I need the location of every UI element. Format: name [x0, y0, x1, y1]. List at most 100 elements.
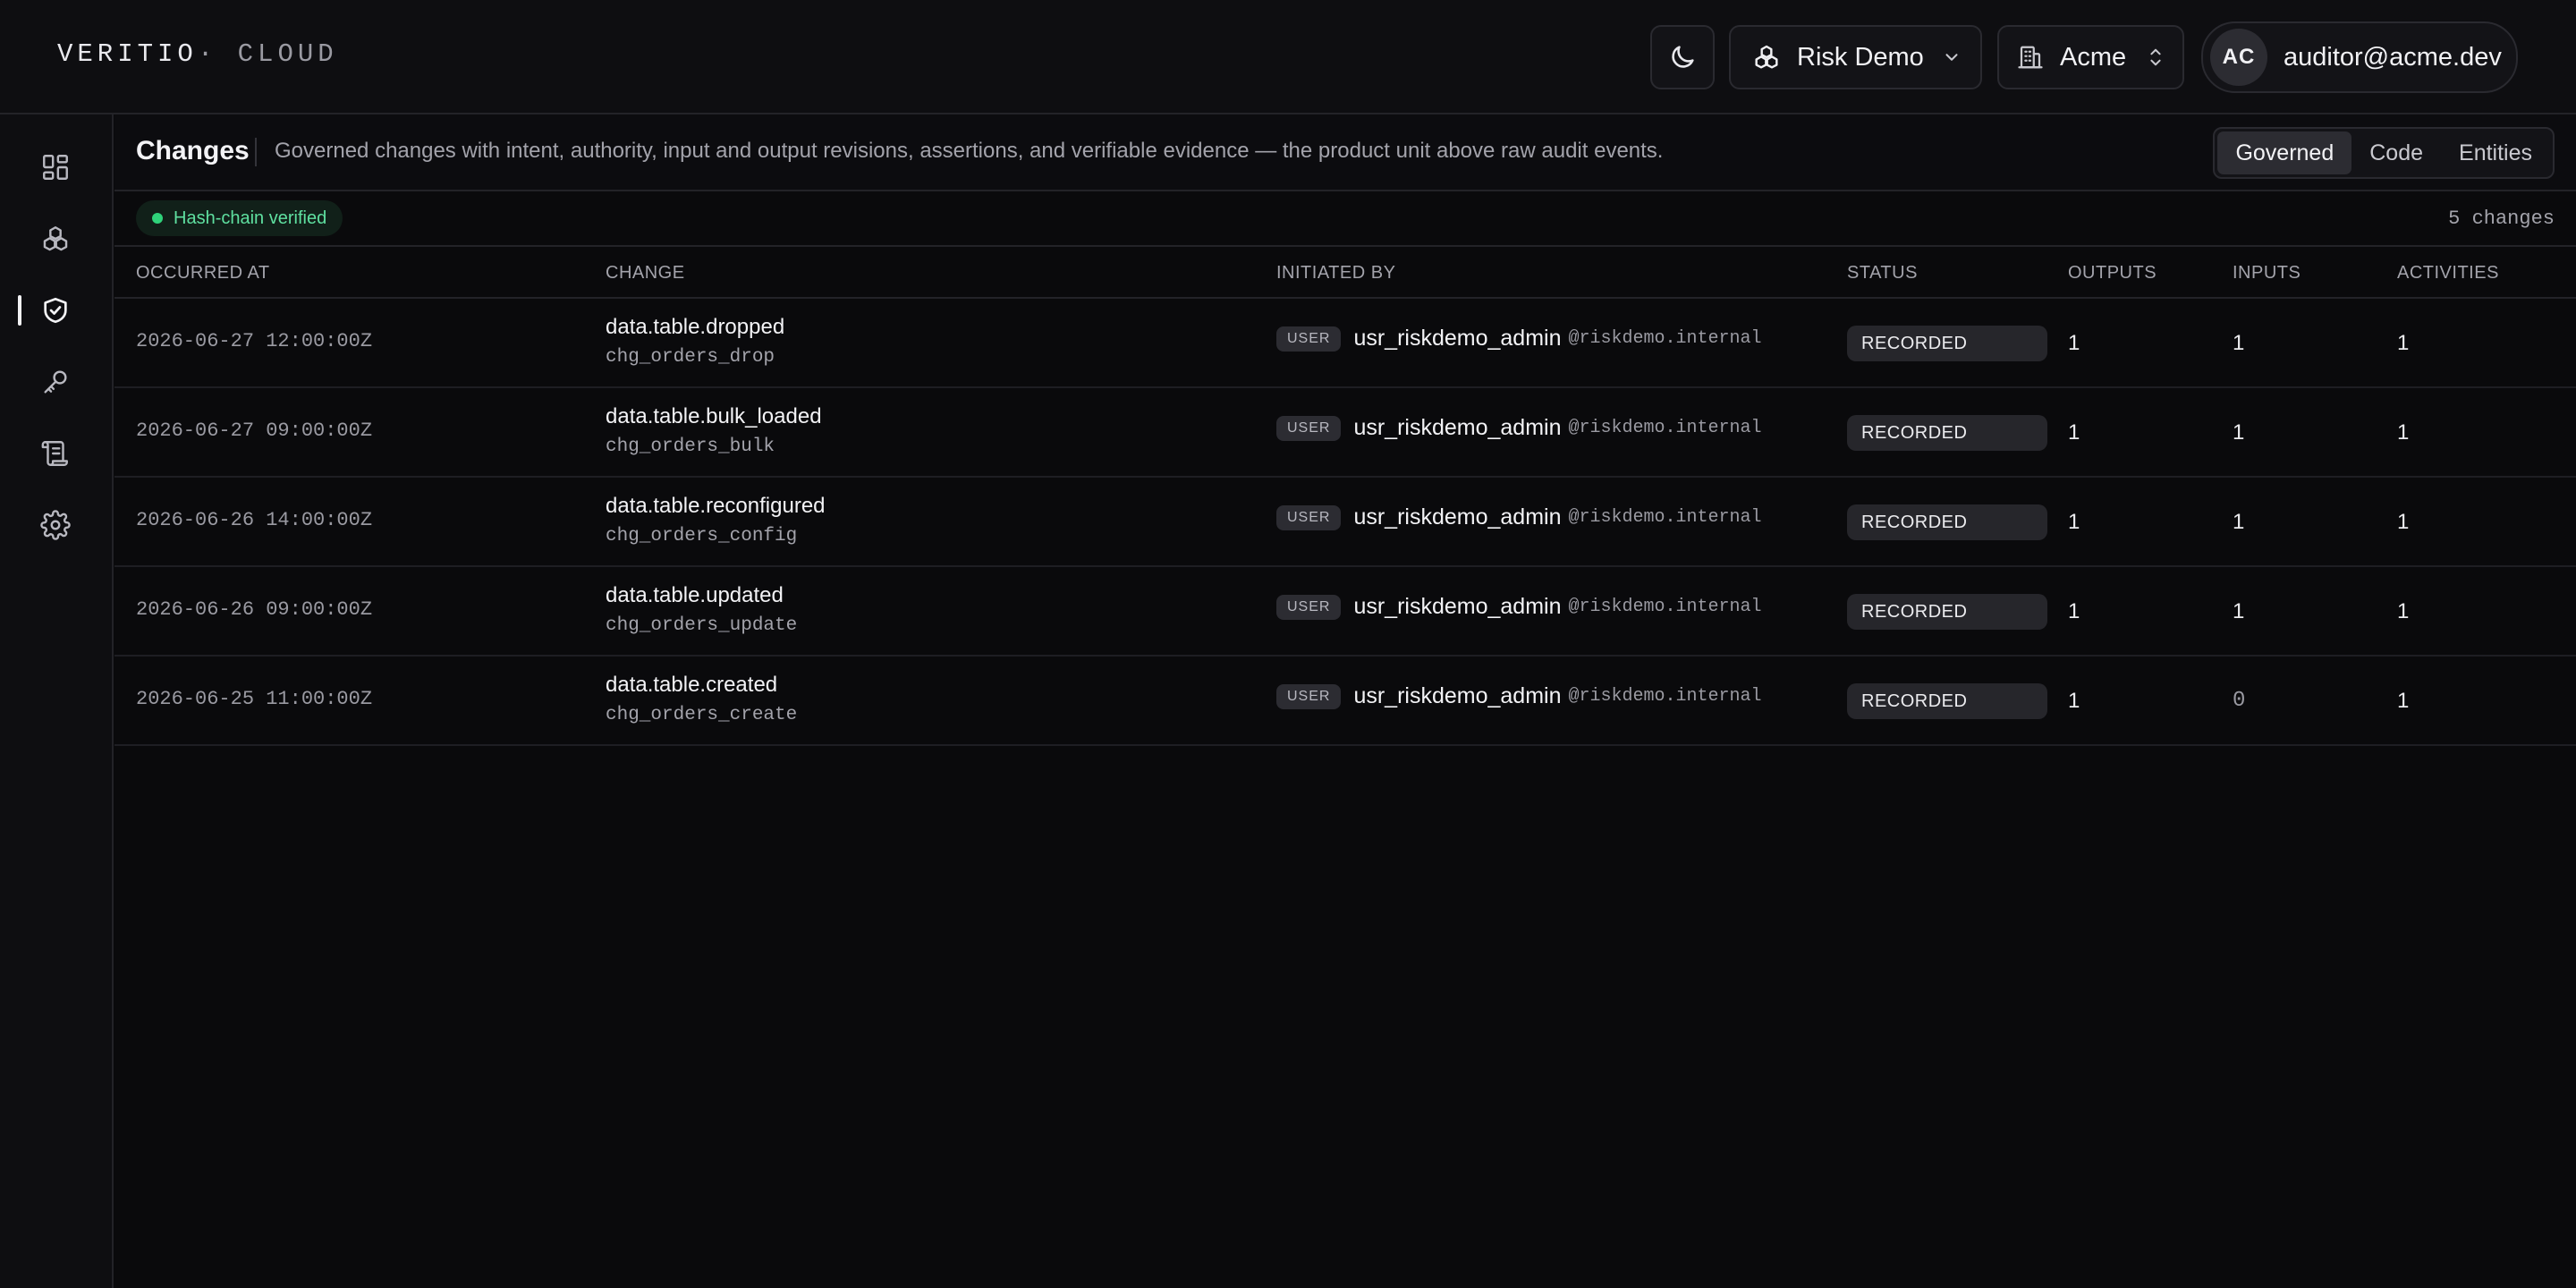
actor-name: usr_riskdemo_admin: [1353, 504, 1562, 530]
sidebar-item-settings[interactable]: [34, 504, 77, 547]
column-header-initiated-by[interactable]: INITIATED BY: [1276, 263, 1395, 284]
actor-name: usr_riskdemo_admin: [1353, 683, 1562, 708]
table-header: OCCURRED AT CHANGE INITIATED BY STATUS O…: [114, 247, 2576, 299]
actor-domain: @riskdemo.internal: [1568, 597, 1762, 617]
actor-domain: @riskdemo.internal: [1568, 418, 1762, 438]
sidebar-item-keys[interactable]: [34, 360, 77, 403]
status-badge: RECORDED: [1847, 504, 2047, 540]
building-icon: [2018, 46, 2043, 69]
view-tabs: Governed Code Entities: [2213, 127, 2555, 179]
org-name: Acme: [2060, 42, 2127, 72]
change-name[interactable]: data.table.updated: [606, 583, 797, 608]
change-name[interactable]: data.table.dropped: [606, 315, 784, 340]
change-name[interactable]: data.table.created: [606, 673, 797, 698]
occurred-at-cell: 2026-06-25 11:00:00Z: [136, 688, 373, 710]
table-row[interactable]: 2026-06-27 09:00:00Z data.table.bulk_loa…: [114, 388, 2576, 478]
chevron-down-icon: [1945, 54, 1958, 61]
inputs-cell: 1: [2233, 420, 2245, 445]
actor-name: usr_riskdemo_admin: [1353, 594, 1562, 619]
activities-cell: 1: [2397, 510, 2410, 534]
outputs-cell: 1: [2068, 420, 2080, 445]
actor-domain: @riskdemo.internal: [1568, 328, 1762, 349]
actor-domain: @riskdemo.internal: [1568, 686, 1762, 707]
activities-cell: 1: [2397, 599, 2410, 623]
moon-icon: [1672, 46, 1694, 68]
tab-code[interactable]: Code: [2351, 131, 2441, 174]
actor-name: usr_riskdemo_admin: [1353, 326, 1562, 351]
inputs-cell: 0: [2233, 689, 2246, 713]
top-bar: VERITIO· CLOUD Risk Demo Acme AC auditor…: [0, 0, 2576, 114]
status-badge: RECORDED: [1847, 326, 2047, 361]
dashboard-icon: [43, 155, 68, 180]
changes-table: OCCURRED AT CHANGE INITIATED BY STATUS O…: [114, 247, 2576, 746]
table-row[interactable]: 2026-06-26 09:00:00Z data.table.updated …: [114, 567, 2576, 657]
outputs-cell: 1: [2068, 510, 2080, 534]
status-cell: RECORDED: [1847, 326, 2047, 361]
org-switcher[interactable]: Acme: [1997, 25, 2184, 89]
project-name: Risk Demo: [1797, 42, 1924, 72]
initiator-cell: USER usr_riskdemo_admin @riskdemo.intern…: [1276, 683, 1762, 709]
occurred-at-cell: 2026-06-26 14:00:00Z: [136, 509, 373, 531]
status-badge: RECORDED: [1847, 683, 2047, 719]
initiator-cell: USER usr_riskdemo_admin @riskdemo.intern…: [1276, 326, 1762, 352]
column-header-outputs[interactable]: OUTPUTS: [2068, 263, 2157, 284]
sidebar-item-dashboard[interactable]: [34, 146, 77, 189]
occurred-at-cell: 2026-06-27 12:00:00Z: [136, 330, 373, 352]
hash-chain-badge: Hash-chain verified: [136, 200, 343, 236]
table-row[interactable]: 2026-06-25 11:00:00Z data.table.created …: [114, 657, 2576, 746]
table-row[interactable]: 2026-06-26 14:00:00Z data.table.reconfig…: [114, 478, 2576, 567]
change-id: chg_orders_bulk: [606, 436, 775, 457]
status-cell: RECORDED: [1847, 504, 2047, 540]
inputs-cell: 1: [2233, 331, 2245, 355]
initiator-cell: USER usr_riskdemo_admin @riskdemo.intern…: [1276, 415, 1762, 441]
key-icon: [44, 370, 67, 394]
chevron-updown-icon: [2150, 48, 2161, 66]
user-email: auditor@acme.dev: [2284, 42, 2502, 72]
change-name[interactable]: data.table.bulk_loaded: [606, 404, 822, 429]
change-id: chg_orders_create: [606, 705, 798, 725]
sidebar: [0, 114, 114, 1288]
status-bar: Hash-chain verified 5 changes: [114, 191, 2576, 247]
project-switcher[interactable]: Risk Demo: [1729, 25, 1982, 89]
column-header-status[interactable]: STATUS: [1847, 263, 1918, 284]
scroll-icon: [41, 441, 68, 466]
change-cell: data.table.reconfigured chg_orders_confi…: [606, 494, 826, 547]
table-row[interactable]: 2026-06-27 12:00:00Z data.table.dropped …: [114, 299, 2576, 388]
brand-logo[interactable]: VERITIO· CLOUD: [57, 39, 338, 69]
change-cell: data.table.created chg_orders_create: [606, 673, 797, 725]
initiator-cell: USER usr_riskdemo_admin @riskdemo.intern…: [1276, 594, 1762, 620]
status-cell: RECORDED: [1847, 594, 2047, 630]
header-divider: [255, 138, 257, 166]
brand-name: VERITIO: [57, 39, 198, 69]
change-cell: data.table.dropped chg_orders_drop: [606, 315, 784, 368]
avatar: AC: [2210, 29, 2267, 86]
outputs-cell: 1: [2068, 689, 2080, 713]
column-header-occurred-at[interactable]: OCCURRED AT: [136, 263, 270, 284]
actor-type-badge: USER: [1276, 683, 1342, 709]
inputs-cell: 1: [2233, 599, 2245, 623]
page-description: Governed changes with intent, authority,…: [275, 139, 1664, 163]
change-name[interactable]: data.table.reconfigured: [606, 494, 826, 519]
user-menu-button[interactable]: AC auditor@acme.dev: [2201, 21, 2518, 93]
sidebar-item-projects[interactable]: [34, 217, 77, 260]
inputs-cell: 1: [2233, 510, 2245, 534]
column-header-inputs[interactable]: INPUTS: [2233, 263, 2301, 284]
column-header-change[interactable]: CHANGE: [606, 263, 685, 284]
change-cell: data.table.updated chg_orders_update: [606, 583, 797, 636]
theme-toggle-button[interactable]: [1650, 25, 1715, 89]
column-header-activities[interactable]: ACTIVITIES: [2397, 263, 2499, 284]
actor-name: usr_riskdemo_admin: [1353, 415, 1562, 440]
outputs-cell: 1: [2068, 331, 2080, 355]
tab-governed[interactable]: Governed: [2217, 131, 2352, 174]
sidebar-active-indicator: [18, 295, 21, 326]
status-badge: RECORDED: [1847, 415, 2047, 451]
sidebar-item-changes[interactable]: [34, 289, 77, 332]
actor-type-badge: USER: [1276, 594, 1342, 620]
initiator-cell: USER usr_riskdemo_admin @riskdemo.intern…: [1276, 504, 1762, 530]
status-dot-icon: [152, 213, 163, 224]
change-id: chg_orders_drop: [606, 347, 775, 368]
shield-check-icon: [44, 297, 67, 324]
sidebar-item-audit-log[interactable]: [34, 432, 77, 475]
page-header: Changes Governed changes with intent, au…: [114, 114, 2576, 191]
tab-entities[interactable]: Entities: [2441, 131, 2550, 174]
